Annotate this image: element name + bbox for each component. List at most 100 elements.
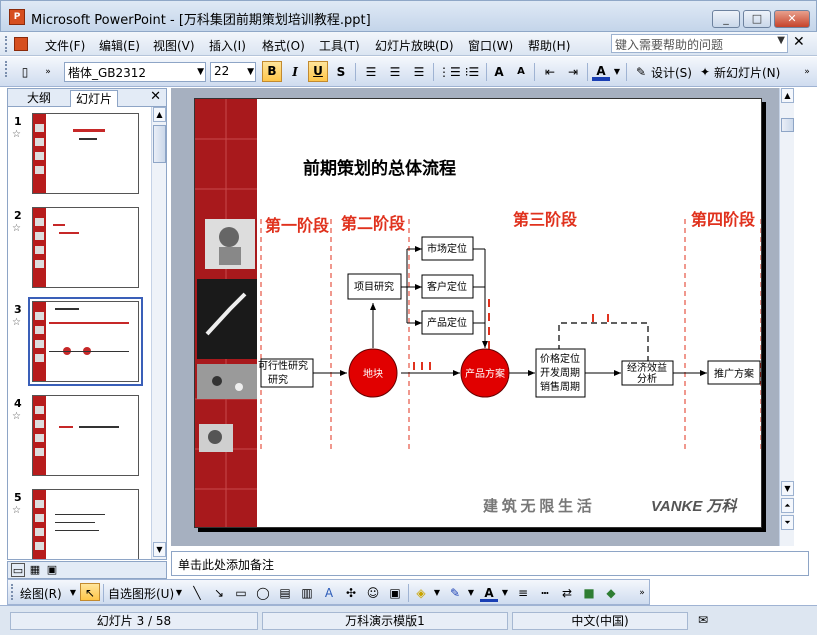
- doc-close-button[interactable]: ✕: [793, 34, 805, 50]
- new-document-icon[interactable]: ▯: [14, 63, 36, 81]
- menu-view[interactable]: 视图(V): [151, 36, 197, 55]
- next-slide-icon[interactable]: ⏷: [781, 515, 794, 530]
- design-button[interactable]: 设计(S): [651, 64, 692, 81]
- maximize-button[interactable]: □: [743, 10, 771, 28]
- help-search-input[interactable]: 键入需要帮助的问题 ▼: [611, 34, 788, 53]
- numbered-list-icon[interactable]: ⋮☰: [438, 63, 461, 81]
- chevron-down-icon[interactable]: ▼: [174, 584, 184, 602]
- bold-button[interactable]: B: [262, 61, 282, 82]
- thumbnail-row[interactable]: 3 ☆: [8, 297, 152, 389]
- menu-help[interactable]: 帮助(H): [526, 36, 572, 55]
- slide-canvas[interactable]: 前期策划的总体流程 第一阶段 第二阶段 第三阶段 第四阶段 可行性研究 项目研究…: [194, 98, 762, 528]
- document-icon[interactable]: [14, 37, 28, 51]
- align-center-icon[interactable]: ☰: [385, 63, 405, 81]
- wordart-icon[interactable]: A: [320, 584, 338, 602]
- slide-thumbnail[interactable]: [32, 489, 139, 559]
- chevron-down-icon[interactable]: ▼: [777, 35, 785, 46]
- draw-menu-button[interactable]: 绘图(R): [20, 585, 62, 602]
- sorter-view-icon[interactable]: ▦: [28, 563, 42, 577]
- menu-tools[interactable]: 工具(T): [317, 36, 362, 55]
- font-select[interactable]: 楷体_GB2312 ▼: [64, 62, 206, 82]
- menu-edit[interactable]: 编辑(E): [97, 36, 142, 55]
- thumbnail-row[interactable]: 4 ☆: [8, 395, 152, 483]
- font-size-select[interactable]: 22 ▼: [210, 62, 256, 82]
- vertical-textbox-icon[interactable]: ▥: [298, 584, 316, 602]
- pane-close-button[interactable]: ✕: [150, 89, 161, 104]
- scroll-thumb[interactable]: [781, 118, 794, 132]
- menu-insert[interactable]: 插入(I): [207, 36, 248, 55]
- grow-font-button[interactable]: A: [490, 63, 508, 81]
- scroll-down-icon[interactable]: ▼: [153, 542, 166, 557]
- editor-scrollbar[interactable]: ▲ ▼ ⏶ ⏷: [779, 88, 794, 546]
- shadow-style-icon[interactable]: ■: [580, 584, 598, 602]
- clipart-icon[interactable]: ☺: [364, 584, 382, 602]
- underline-button[interactable]: U: [308, 61, 328, 82]
- menu-format[interactable]: 格式(O): [260, 36, 307, 55]
- rectangle-icon[interactable]: ▭: [232, 584, 250, 602]
- chevron-down-icon[interactable]: ▼: [500, 584, 510, 602]
- font-color-button[interactable]: A: [592, 63, 610, 81]
- align-left-icon[interactable]: ☰: [361, 63, 381, 81]
- bullet-list-icon[interactable]: ⁝☰: [462, 63, 482, 81]
- dash-style-icon[interactable]: ┅: [536, 584, 554, 602]
- scroll-thumb[interactable]: [153, 125, 166, 163]
- arrow-style-icon[interactable]: ⇄: [558, 584, 576, 602]
- textbox-icon[interactable]: ▤: [276, 584, 294, 602]
- chevron-down-icon[interactable]: ▼: [197, 63, 204, 81]
- previous-slide-icon[interactable]: ⏶: [781, 498, 794, 513]
- increase-indent-icon[interactable]: ⇥: [563, 63, 583, 81]
- tab-slides[interactable]: 幻灯片: [70, 90, 119, 107]
- autoshapes-button[interactable]: 自选图形(U): [108, 585, 174, 602]
- menu-window[interactable]: 窗口(W): [466, 36, 515, 55]
- align-right-icon[interactable]: ☰: [409, 63, 429, 81]
- shadow-button[interactable]: S: [332, 63, 350, 81]
- slide-thumbnail[interactable]: [32, 207, 139, 288]
- box-promo-label: 推广方案: [714, 367, 754, 380]
- close-button[interactable]: ✕: [774, 10, 810, 28]
- thumbnail-row[interactable]: 2 ☆: [8, 207, 152, 295]
- picture-icon[interactable]: ▣: [386, 584, 404, 602]
- chevron-down-icon[interactable]: ▼: [247, 63, 254, 81]
- new-slide-button[interactable]: 新幻灯片(N): [714, 64, 780, 81]
- arrow-icon[interactable]: ↘: [210, 584, 228, 602]
- thumbnail-scrollbar[interactable]: ▲ ▼: [151, 107, 166, 559]
- chevron-down-icon[interactable]: ▼: [432, 584, 442, 602]
- design-icon[interactable]: ✎: [631, 63, 651, 81]
- slide-thumbnail[interactable]: [32, 113, 139, 194]
- thumbnail-row[interactable]: 5 ☆: [8, 489, 152, 559]
- fill-color-icon[interactable]: ◈: [412, 584, 430, 602]
- new-slide-icon[interactable]: ✦: [698, 63, 712, 81]
- scroll-up-icon[interactable]: ▲: [153, 107, 166, 122]
- line-icon[interactable]: ╲: [188, 584, 206, 602]
- chevron-down-icon[interactable]: ▼: [466, 584, 476, 602]
- diagram-icon[interactable]: ✣: [342, 584, 360, 602]
- menu-slideshow[interactable]: 幻灯片放映(D): [373, 36, 456, 55]
- chevron-down-icon[interactable]: ▼: [612, 63, 622, 81]
- normal-view-icon[interactable]: ▭: [11, 563, 25, 577]
- notes-pane[interactable]: 单击此处添加备注: [171, 551, 809, 576]
- tab-outline[interactable]: 大纲: [22, 90, 56, 107]
- shrink-font-button[interactable]: A: [512, 63, 530, 81]
- chevron-down-icon[interactable]: ▼: [68, 584, 78, 602]
- select-pointer-icon[interactable]: ↖: [80, 583, 100, 601]
- slideshow-view-icon[interactable]: ▣: [45, 563, 59, 577]
- drawbar-font-color-icon[interactable]: A: [480, 584, 498, 602]
- 3d-style-icon[interactable]: ◆: [602, 584, 620, 602]
- line-style-icon[interactable]: ≡: [514, 584, 532, 602]
- separator: [587, 63, 588, 81]
- menu-file[interactable]: 文件(F): [43, 36, 87, 55]
- slide-thumbnail-selected[interactable]: [28, 297, 143, 386]
- line-color-icon[interactable]: ✎: [446, 584, 464, 602]
- spellcheck-icon[interactable]: ✉: [692, 612, 810, 630]
- toolbar-options-icon[interactable]: »: [42, 63, 54, 81]
- toolbar-options-icon[interactable]: »: [801, 63, 813, 81]
- scroll-down-icon[interactable]: ▼: [781, 481, 794, 496]
- thumbnail-row[interactable]: 1 ☆: [8, 113, 152, 201]
- italic-button[interactable]: I: [286, 63, 304, 81]
- minimize-button[interactable]: _: [712, 10, 740, 28]
- decrease-indent-icon[interactable]: ⇤: [540, 63, 560, 81]
- oval-icon[interactable]: ◯: [254, 584, 272, 602]
- toolbar-options-icon[interactable]: »: [636, 584, 648, 602]
- scroll-up-icon[interactable]: ▲: [781, 88, 794, 103]
- slide-thumbnail[interactable]: [32, 395, 139, 476]
